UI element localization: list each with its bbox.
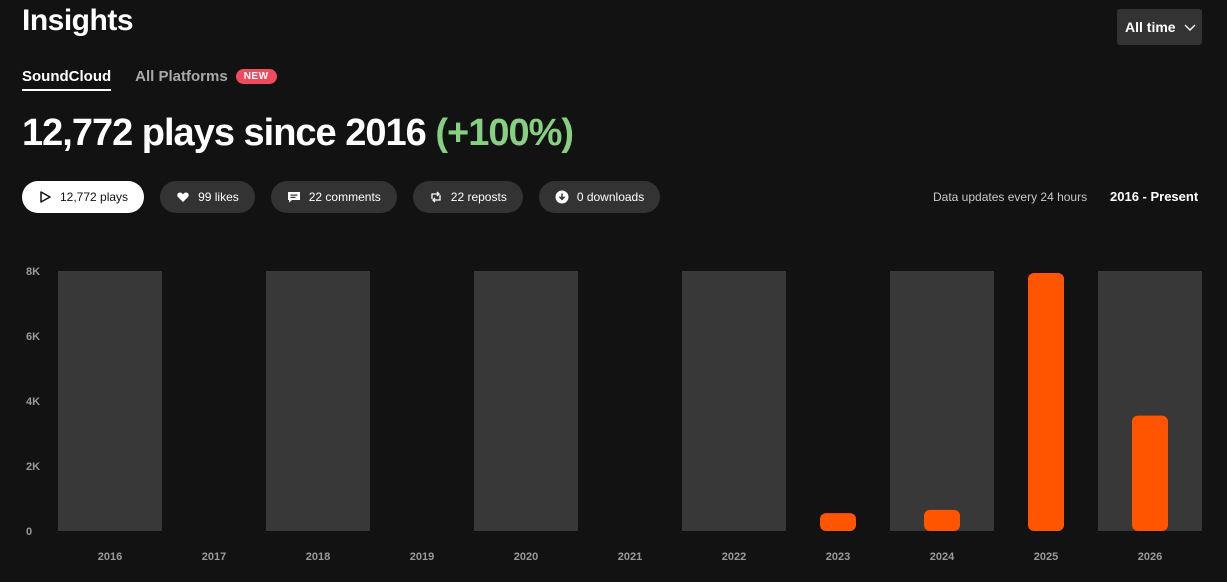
new-badge: NEW <box>235 69 277 84</box>
platform-tabs: SoundCloud All Platforms NEW <box>22 68 277 92</box>
x-tick-label: 2022 <box>722 551 746 563</box>
metric-likes-button[interactable]: 99 likes <box>160 181 255 213</box>
y-tick-label: 0 <box>26 526 32 538</box>
change-percent: (+100%) <box>435 112 574 154</box>
bar-2024[interactable] <box>924 509 960 531</box>
x-tick-label: 2018 <box>306 551 330 563</box>
play-icon <box>38 190 52 204</box>
metric-plays-button[interactable]: 12,772 plays <box>22 181 145 213</box>
timeframe-label: All time <box>1125 19 1176 35</box>
headline-text: 12,772 plays since 2016 <box>22 112 427 154</box>
download-icon <box>555 190 569 204</box>
x-tick-label: 2026 <box>1138 551 1162 563</box>
page-title: Insights <box>22 4 134 37</box>
x-tick-label: 2016 <box>98 551 122 563</box>
x-tick-label: 2023 <box>826 551 850 563</box>
tab-all-platforms[interactable]: All Platforms <box>135 68 228 91</box>
metric-pills: 12,772 plays 99 likes 22 comments 22 rep… <box>22 181 676 213</box>
bar-2025[interactable] <box>1028 273 1064 531</box>
metric-comments-button[interactable]: 22 comments <box>270 181 397 213</box>
chevron-down-icon <box>1183 20 1197 34</box>
metric-reposts-button[interactable]: 22 reposts <box>412 181 523 213</box>
y-tick-label: 8K <box>26 266 40 278</box>
year-band <box>266 271 370 531</box>
timeframe-dropdown[interactable]: All time <box>1117 9 1202 45</box>
bar-2023[interactable] <box>820 513 856 531</box>
y-tick-label: 6K <box>26 331 40 343</box>
plays-headline: 12,772 plays since 2016 (+100%) <box>22 112 574 155</box>
metric-label: 0 downloads <box>576 190 645 204</box>
tab-soundcloud[interactable]: SoundCloud <box>22 68 112 91</box>
metric-label: 99 likes <box>198 190 239 204</box>
bar-2026[interactable] <box>1132 415 1168 531</box>
date-range-label: 2016 - Present <box>1110 189 1199 204</box>
plays-bar-chart: 0 2K 4K 6K 8K 2016 2017 2018 2019 2020 2021 2022 202… <box>26 266 1202 563</box>
x-tick-label: 2020 <box>514 551 538 563</box>
metric-downloads-button[interactable]: 0 downloads <box>538 181 661 213</box>
metric-label: 22 comments <box>308 190 381 204</box>
y-tick-label: 4K <box>26 396 40 408</box>
x-tick-label: 2025 <box>1034 551 1058 563</box>
year-band <box>474 271 578 531</box>
x-tick-label: 2021 <box>618 551 642 563</box>
comment-icon <box>287 190 301 204</box>
update-note: Data updates every 24 hours <box>933 190 1088 204</box>
year-band <box>890 271 994 531</box>
metric-label: 12,772 plays <box>60 190 129 204</box>
x-tick-label: 2019 <box>410 551 434 563</box>
year-band <box>58 271 162 531</box>
heart-icon <box>176 190 190 204</box>
y-tick-label: 2K <box>26 461 40 473</box>
year-band <box>682 271 786 531</box>
x-tick-label: 2017 <box>202 551 226 563</box>
repost-icon <box>429 190 443 204</box>
metric-label: 22 reposts <box>450 190 507 204</box>
x-tick-label: 2024 <box>930 551 955 563</box>
